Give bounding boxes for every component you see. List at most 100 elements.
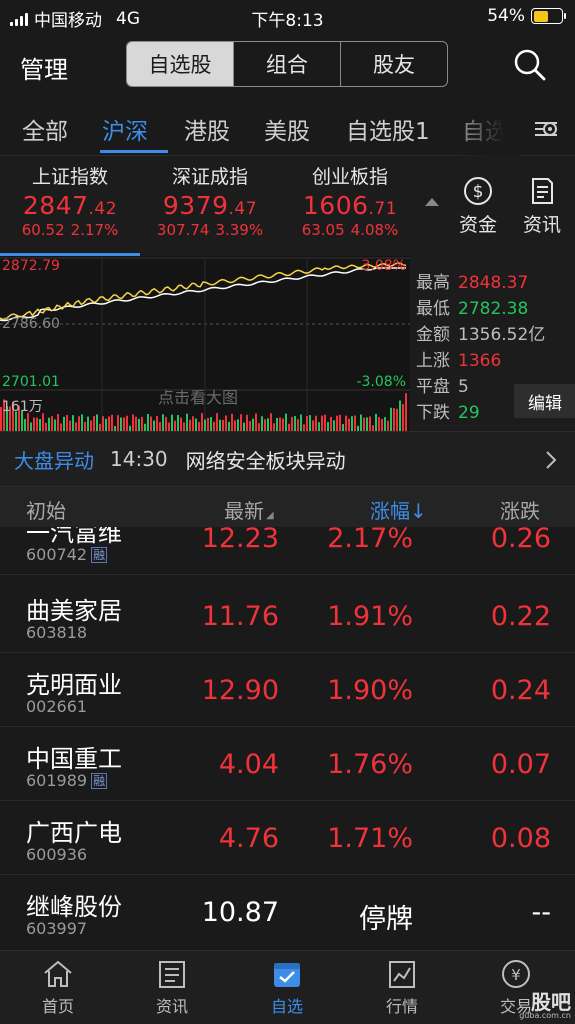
volume-bar: [189, 419, 191, 431]
index-price: 1606.71: [302, 191, 398, 220]
table-row[interactable]: 广西广电 600936 4.76 1.71% 0.08: [0, 801, 575, 875]
volume-bar: [120, 417, 122, 431]
yuan-icon: ¥: [502, 960, 530, 988]
stock-pct: 1.76%: [327, 749, 413, 780]
tab-settings-icon[interactable]: [531, 114, 561, 144]
tab-shanghai-shenzhen[interactable]: 沪深: [102, 112, 148, 146]
volume-bar: [219, 419, 221, 431]
tab-all[interactable]: 全部: [22, 112, 68, 146]
sort-initial[interactable]: 初始: [26, 495, 66, 524]
volume-bar: [381, 418, 383, 431]
alert-label: 大盘异动: [14, 448, 94, 473]
stat-flat: 平盘 5: [416, 377, 469, 397]
volume-bar: [228, 421, 230, 431]
volume-bar: [66, 415, 68, 431]
volume-bar: [354, 415, 356, 431]
stock-code: 601989 融: [26, 771, 108, 790]
volume-bar: [324, 414, 326, 431]
index-shenzhen[interactable]: 深证成指 9379.47 307.74 3.39%: [140, 162, 280, 239]
app-header: 管理 自选股 组合 股友: [0, 34, 575, 96]
table-row[interactable]: 一汽富维 600742 融 12.23 2.17% 0.26: [0, 527, 575, 575]
status-bar: 中国移动 4G 下午8:13 54%: [0, 0, 575, 34]
volume-bar: [39, 419, 41, 431]
volume-bar: [399, 400, 401, 431]
table-row[interactable]: 中国重工 601989 融 4.04 1.76% 0.07: [0, 727, 575, 801]
volume-bar: [213, 421, 215, 431]
stock-code: 600936: [26, 845, 88, 864]
volume-bar: [96, 414, 98, 431]
volume-bar: [270, 413, 272, 431]
chart-volume: 161万: [2, 399, 43, 415]
volume-bar: [360, 414, 362, 431]
collapse-caret-icon[interactable]: [425, 198, 439, 206]
table-row[interactable]: 继峰股份 603997 10.87 停牌 --: [0, 875, 575, 947]
volume-bar: [159, 422, 161, 431]
volume-bar: [396, 408, 398, 431]
market-alert-bar[interactable]: 大盘异动 14:30 网络安全板块异动: [0, 431, 575, 487]
volume-bar: [165, 416, 167, 431]
document-icon: [532, 178, 553, 204]
table-row[interactable]: 曲美家居 603818 11.76 1.91% 0.22: [0, 579, 575, 653]
stock-code: 002661: [26, 697, 88, 716]
edit-button[interactable]: 编辑: [514, 384, 575, 418]
stock-change: 0.24: [490, 675, 551, 706]
volume-bar: [108, 416, 110, 431]
sort-pct-change[interactable]: 涨幅↓: [370, 495, 427, 524]
tabbar-news[interactable]: 资讯: [132, 959, 212, 1017]
stock-name: 曲美家居: [26, 597, 122, 625]
stat-down: 下跌 29: [416, 403, 480, 423]
stock-name: 中国重工: [26, 745, 122, 773]
tab-watchlist-1[interactable]: 自选股1: [346, 112, 430, 146]
volume-bar: [330, 416, 332, 431]
index-shanghai[interactable]: 上证指数 2847.42 60.52 2.17%: [0, 162, 140, 239]
tabbar-market[interactable]: 行情: [362, 959, 442, 1017]
tab-hk[interactable]: 港股: [184, 112, 230, 146]
bottom-tab-bar: 首页 资讯 自选 行情 ¥ 交易 股吧 guba.com.cn: [0, 950, 575, 1024]
stock-pct: 停牌: [359, 904, 413, 935]
battery-percent: 54%: [487, 6, 525, 26]
volume-bar: [252, 418, 254, 431]
segment-portfolio[interactable]: 组合: [234, 42, 341, 86]
volume-bar: [147, 414, 149, 431]
funds-button[interactable]: $ 资金: [452, 176, 504, 237]
volume-bar: [375, 413, 377, 431]
volume-bar: [258, 423, 260, 431]
volume-bar: [69, 420, 71, 431]
manage-button[interactable]: 管理: [20, 50, 68, 85]
volume-bar: [264, 419, 266, 431]
segment-watchlist[interactable]: 自选股: [127, 42, 234, 86]
stock-price: 11.76: [201, 601, 279, 632]
stock-code: 600742 融: [26, 545, 108, 564]
volume-bar: [216, 413, 218, 431]
volume-bar: [327, 422, 329, 431]
volume-bar: [51, 416, 53, 431]
volume-bar: [33, 417, 35, 431]
watermark-logo: 股吧 guba.com.cn: [519, 990, 571, 1020]
volume-bar: [195, 418, 197, 431]
volume-bar: [135, 416, 137, 431]
sort-latest[interactable]: 最新 ◢: [224, 495, 274, 524]
sort-change[interactable]: 涨跌: [500, 495, 540, 524]
stock-price: 10.87: [201, 897, 279, 928]
volume-bar: [105, 418, 107, 431]
tabbar-home[interactable]: 首页: [18, 959, 98, 1017]
stock-code: 603818: [26, 623, 88, 642]
index-chinext[interactable]: 创业板指 1606.71 63.05 4.08%: [280, 162, 420, 239]
stock-price: 12.23: [201, 527, 279, 554]
search-icon[interactable]: [513, 48, 547, 82]
volume-bar: [210, 417, 212, 431]
stat-low: 最低 2782.38: [416, 299, 529, 319]
news-button[interactable]: 资讯: [516, 176, 568, 237]
table-row[interactable]: 克明面业 002661 12.90 1.90% 0.24: [0, 653, 575, 727]
tab-us[interactable]: 美股: [264, 112, 310, 146]
intraday-chart[interactable]: 2872.79 3.08% 2786.60 2701.01 -3.08% 161…: [0, 256, 410, 431]
volume-bar: [117, 415, 119, 431]
news-label: 资讯: [522, 214, 561, 236]
volume-bar: [192, 416, 194, 431]
volume-bar: [180, 417, 182, 431]
volume-bar: [30, 422, 32, 431]
tabbar-watchlist[interactable]: 自选: [247, 959, 327, 1017]
volume-bar: [72, 415, 74, 431]
volume-bar: [300, 414, 302, 431]
segment-friends[interactable]: 股友: [341, 42, 447, 86]
